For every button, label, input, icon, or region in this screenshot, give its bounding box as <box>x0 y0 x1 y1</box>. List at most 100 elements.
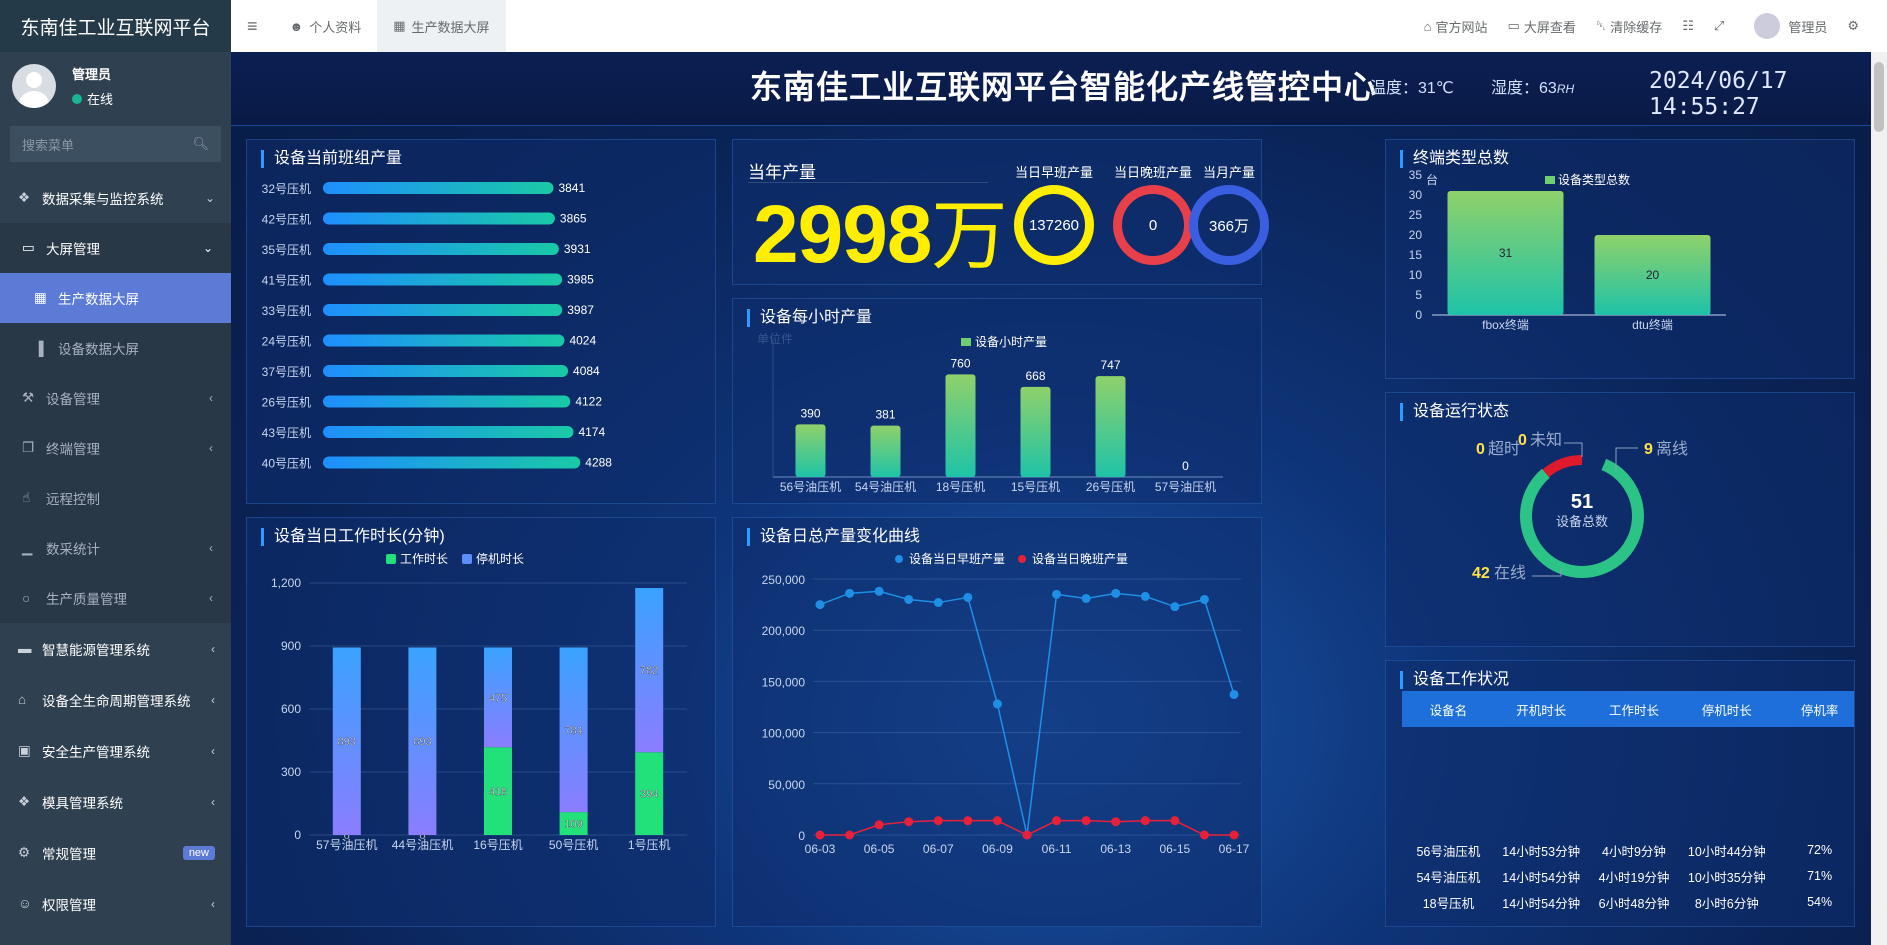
shift-bar <box>323 395 571 408</box>
sidebar-item-energy[interactable]: ▬ 智慧能源管理系统 ‹ <box>0 623 231 674</box>
x-tick-label: 15号压机 <box>1011 480 1060 494</box>
column-header: 停机时长 <box>1701 703 1752 718</box>
y-tick-label: 50,000 <box>768 778 805 792</box>
sidebar-item-production-screen[interactable]: ▦ 生产数据大屏 <box>0 273 231 323</box>
sidebar-item-device-screen[interactable]: ▐ 设备数据大屏 <box>0 323 231 373</box>
menu-toggle[interactable]: ≡ <box>231 0 274 52</box>
slice-value-label: 0 <box>1476 441 1485 458</box>
data-point <box>933 598 943 608</box>
x-tick-label: 06-13 <box>1100 842 1131 856</box>
sidebar-item-label: 智慧能源管理系统 <box>42 642 150 658</box>
language-button[interactable]: ☷ <box>1672 18 1704 34</box>
table-cell: 4小时19分钟 <box>1598 870 1670 885</box>
menu-search[interactable]: 搜索菜单 🔍︎ <box>10 126 221 162</box>
bar-value-label: 893 <box>413 736 431 748</box>
tab-production-screen[interactable]: ▦ 生产数据大屏 <box>377 0 506 52</box>
user-name: 管理员 <box>72 67 112 82</box>
work-status-table: 设备名 开机时长 工作时长 停机时长 停机率 56号油压机 14小时53分钟 4小时9分钟 10… <box>1402 691 1854 915</box>
top-navbar: ≡ ☻ 个人资料 ▦ 生产数据大屏 ⌂ 官方网站 ▭ 大屏查看 ␡ 清除缓存 ☷ ⤢ 管理… <box>231 0 1887 52</box>
clone-icon: ❐ <box>22 440 35 455</box>
sidebar-item-device-mgmt[interactable]: ⚒ 设备管理 ‹ <box>0 373 231 423</box>
donut-center-label: 设备总数 <box>1556 514 1608 529</box>
sidebar-item-label: 设备管理 <box>46 392 100 407</box>
area-chart-icon: ▐ <box>34 340 44 356</box>
search-icon[interactable]: 🔍︎ <box>192 136 209 152</box>
cubes-icon: ❖ <box>18 189 31 205</box>
x-tick-label: 06-17 <box>1219 842 1250 856</box>
legend-swatch <box>961 338 971 346</box>
table-icon: ▦ <box>34 290 47 305</box>
run-state-donut: 51设备总数42 在线9 离线0 超时0 未知 <box>1472 431 1688 582</box>
data-point <box>1111 588 1121 598</box>
chevron-down-icon: ⌄ <box>204 190 215 205</box>
user-icon: ☻ <box>289 18 304 34</box>
sidebar-item-bigscreen[interactable]: ▭ 大屏管理 ⌄ <box>0 223 231 273</box>
column-header: 停机率 <box>1800 703 1839 718</box>
month-output-value: 366万 <box>1208 217 1250 235</box>
hand-icon: ☝ <box>22 490 31 505</box>
y-tick-label: 600 <box>281 702 301 716</box>
clear-cache-button[interactable]: ␡ 清除缓存 <box>1586 17 1672 36</box>
legend-label: 工作时长 <box>400 552 448 566</box>
data-point <box>815 830 825 840</box>
sidebar-item-general[interactable]: ⚙ 常规管理 new <box>0 827 231 878</box>
sidebar-item-lifecycle[interactable]: ⌂ 设备全生命周期管理系统 ‹ <box>0 674 231 725</box>
tab-profile[interactable]: ☻ 个人资料 <box>274 0 378 52</box>
user-menu[interactable]: 管理员 <box>1734 13 1837 39</box>
bar-value-label: 381 <box>875 408 895 422</box>
year-output-unit: 万 <box>931 194 1007 279</box>
sidebar-item-mold[interactable]: ❖ 模具管理系统 ‹ <box>0 776 231 827</box>
dashboard-title: 东南佳工业互联网平台智能化产线管控中心 <box>750 69 1378 105</box>
bar-value-label: 893 <box>338 736 356 748</box>
sidebar-item-permission[interactable]: ☺ 权限管理 ‹ <box>0 878 231 929</box>
hamburger-icon[interactable]: ≡ <box>247 16 258 37</box>
page-scrollbar[interactable] <box>1871 52 1887 945</box>
search-input[interactable]: 搜索菜单 <box>22 135 74 154</box>
trash-icon: ␡ <box>1595 18 1607 33</box>
bigscreen-view-link[interactable]: ▭ 大屏查看 <box>1498 17 1586 36</box>
sidebar-item-label: 生产数据大屏 <box>58 292 139 307</box>
x-tick-label: 56号油压机 <box>780 480 841 494</box>
bar-category-label: 33号压机 <box>262 304 311 318</box>
tab-label: 个人资料 <box>309 19 362 35</box>
bar-value-label: 3865 <box>560 212 587 226</box>
settings-button[interactable]: ⚙ <box>1837 18 1887 34</box>
sidebar-item-terminal-mgmt[interactable]: ❐ 终端管理 ‹ <box>0 423 231 473</box>
table-icon: ▦ <box>393 18 406 33</box>
x-tick-label: 06-03 <box>805 842 836 856</box>
data-point <box>1199 594 1209 604</box>
table-cell: 72% <box>1807 843 1833 857</box>
sidebar-item-safety[interactable]: ▣ 安全生产管理系统 ‹ <box>0 725 231 776</box>
sidebar-item-stats[interactable]: ▁ 数采统计 ‹ <box>0 523 231 573</box>
donut-center-value: 51 <box>1571 491 1593 513</box>
x-tick-label: 57号油压机 <box>316 838 377 852</box>
panel-title: 设备工作状况 <box>1400 671 1509 689</box>
data-point <box>1081 593 1091 603</box>
column-header: 工作时长 <box>1608 703 1659 718</box>
sidebar-item-data-collection[interactable]: ❖ 数据采集与监控系统 ⌄ <box>0 172 231 223</box>
sidebar-item-quality[interactable]: ○ 生产质量管理 ‹ <box>0 573 231 623</box>
sidebar-item-label: 数据采集与监控系统 <box>42 191 164 207</box>
shift-bar <box>323 304 563 316</box>
tab-label: 生产数据大屏 <box>411 19 490 35</box>
official-site-link[interactable]: ⌂ 官方网站 <box>1414 17 1498 36</box>
bar-chart-icon: ▁ <box>22 540 33 555</box>
fullscreen-button[interactable]: ⤢ <box>1704 18 1734 34</box>
table-cell: 6小时48分钟 <box>1598 896 1670 911</box>
y-tick-label: 10 <box>1409 268 1423 282</box>
avatar[interactable] <box>12 64 56 108</box>
hourly-bar-chart: 设备小时产量 单位件 390 56号油压机 381 54号油压机 760 18号压机 668 15… <box>757 331 1223 494</box>
bar-value-label: 760 <box>950 356 970 370</box>
data-point <box>1081 816 1091 826</box>
slice-name-label: 超时 <box>1488 440 1520 458</box>
data-point <box>1052 589 1062 599</box>
scrollbar-thumb[interactable] <box>1874 62 1884 132</box>
x-tick-label: 06-15 <box>1160 842 1191 856</box>
table-cell: 8小时6分钟 <box>1694 896 1759 911</box>
shift-bar <box>323 426 574 438</box>
column-header: 设备名 <box>1429 703 1468 718</box>
sidebar-item-label: 模具管理系统 <box>42 795 123 811</box>
chevron-left-icon: ‹ <box>211 743 215 758</box>
shift-bar-chart: 32号压机 3841 42号压机 3865 35号压机 3931 41号压机 3985 33号压… <box>262 181 613 471</box>
sidebar-item-remote-control[interactable]: ☝ 远程控制 <box>0 473 231 523</box>
